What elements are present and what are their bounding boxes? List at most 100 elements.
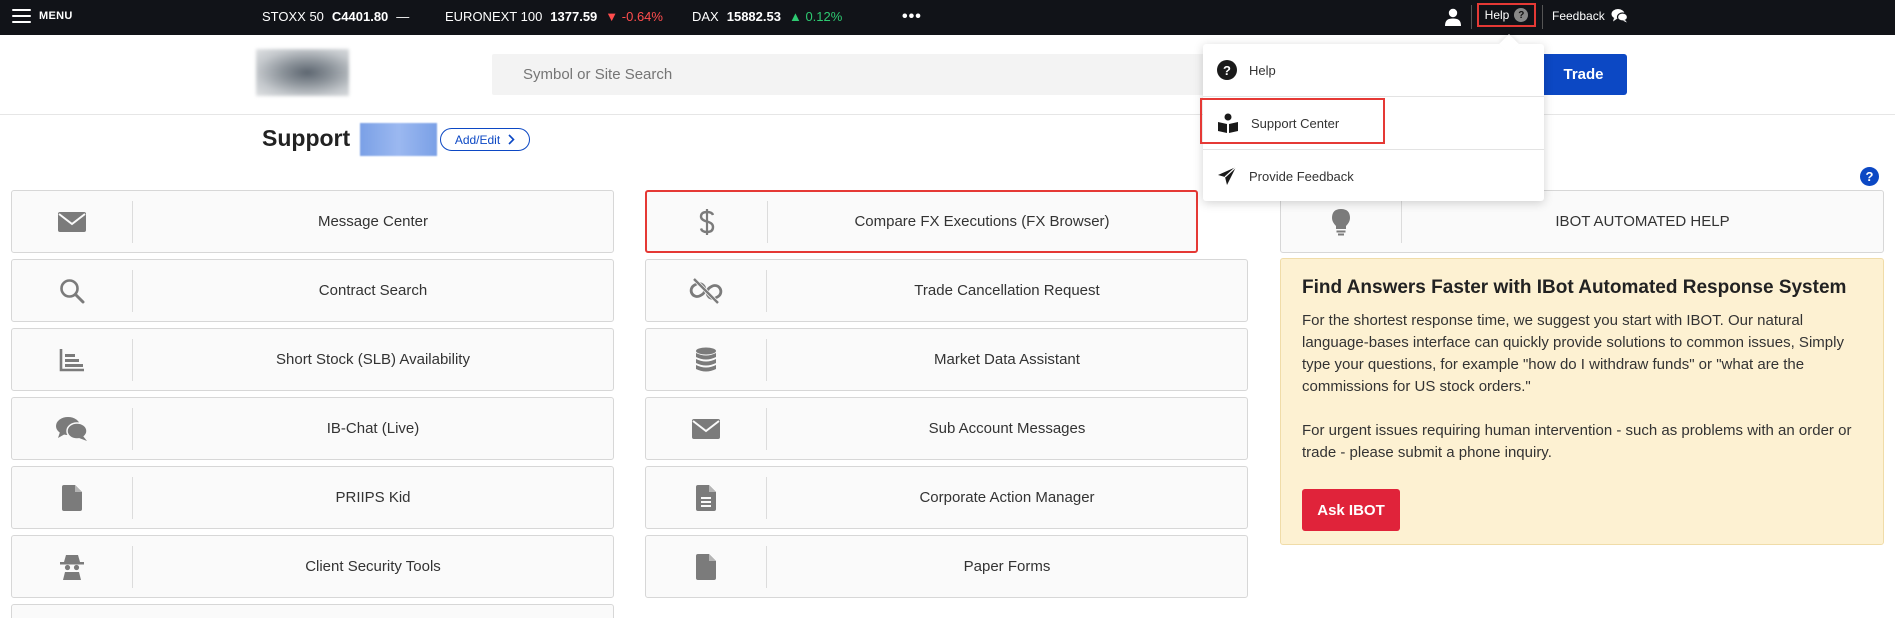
dropdown-item-label: Help bbox=[1249, 62, 1276, 78]
company-logo[interactable] bbox=[256, 49, 349, 96]
ibot-paragraph: For the shortest response time, we sugge… bbox=[1302, 312, 1844, 395]
tile-label: Paper Forms bbox=[963, 558, 1051, 575]
dropdown-item-label: Support Center bbox=[1251, 115, 1340, 131]
ticker-name: STOXX 50 bbox=[262, 9, 324, 24]
more-tickers-button[interactable]: ••• bbox=[902, 8, 922, 26]
bar-chart-icon bbox=[59, 348, 84, 371]
database-icon bbox=[696, 347, 716, 371]
tile-label: Sub Account Messages bbox=[928, 420, 1086, 437]
trade-button[interactable]: Trade bbox=[1540, 54, 1627, 95]
paper-plane-icon bbox=[1218, 166, 1237, 185]
chevron-right-icon bbox=[508, 134, 515, 145]
tile-label: Compare FX Executions (FX Browser) bbox=[854, 213, 1110, 230]
ticker-value: 15882.53 bbox=[726, 9, 781, 24]
tile-label: Contract Search bbox=[318, 282, 428, 299]
ticker-value: 1377.59 bbox=[550, 9, 598, 24]
dropdown-item-support-center[interactable]: Support Center bbox=[1203, 97, 1544, 149]
document-icon bbox=[696, 553, 716, 580]
add-edit-button[interactable]: Add/Edit bbox=[440, 128, 530, 151]
ticker-euronext100[interactable]: EURONEXT 100 1377.59 ▼ -0.64% bbox=[445, 9, 663, 24]
question-circle-icon: ? bbox=[1217, 60, 1237, 80]
tile-label: PRIIPS Kid bbox=[335, 489, 411, 506]
ticker-change: — bbox=[396, 9, 410, 24]
tile-paper-forms[interactable]: Paper Forms bbox=[645, 535, 1248, 598]
search-input[interactable] bbox=[492, 54, 1212, 95]
tile-market-data-assistant[interactable]: Market Data Assistant bbox=[645, 328, 1248, 391]
tile-label: Message Center bbox=[317, 213, 429, 230]
ticker-dax[interactable]: DAX 15882.53 ▲ 0.12% bbox=[692, 9, 842, 24]
ibot-info-panel: Find Answers Faster with IBot Automated … bbox=[1280, 258, 1884, 545]
page-title: Support bbox=[262, 125, 351, 151]
dropdown-item-help[interactable]: ? Help bbox=[1203, 44, 1544, 96]
site-search bbox=[492, 54, 1212, 95]
help-label: Help bbox=[1484, 8, 1510, 22]
ibot-title: Find Answers Faster with IBot Automated … bbox=[1302, 277, 1847, 298]
topbar-divider bbox=[1542, 5, 1543, 29]
add-edit-label: Add/Edit bbox=[454, 132, 501, 147]
user-icon[interactable] bbox=[1443, 7, 1463, 27]
tile-icon-cell bbox=[646, 476, 767, 519]
tile-contract-search[interactable]: Contract Search bbox=[11, 259, 614, 322]
tile-icon-cell bbox=[12, 545, 133, 588]
topbar-divider bbox=[1471, 5, 1472, 29]
feedback-label: Feedback bbox=[1552, 8, 1605, 23]
tile-message-center[interactable]: Message Center bbox=[11, 190, 614, 253]
tile-sub-account-messages[interactable]: Sub Account Messages bbox=[645, 397, 1248, 460]
tile-partial[interactable] bbox=[11, 604, 614, 618]
tile-label: Market Data Assistant bbox=[934, 351, 1080, 368]
tile-icon-cell bbox=[646, 338, 767, 381]
spy-icon bbox=[60, 554, 84, 580]
search-icon bbox=[60, 278, 85, 303]
tile-icon-cell bbox=[1281, 200, 1402, 243]
ticker-stoxx50[interactable]: STOXX 50 C4401.80 — bbox=[262, 9, 409, 24]
lightbulb-icon bbox=[1332, 208, 1350, 235]
dropdown-item-provide-feedback[interactable]: Provide Feedback bbox=[1203, 150, 1544, 202]
tile-icon-cell bbox=[12, 476, 133, 519]
tile-icon-cell bbox=[12, 407, 133, 450]
help-dropdown-menu: ? Help Support Center Provide Feedback bbox=[1203, 44, 1544, 201]
tile-label: IB-Chat (Live) bbox=[326, 420, 420, 437]
menu-label: MENU bbox=[39, 10, 73, 22]
tile-label: Client Security Tools bbox=[305, 558, 441, 575]
feedback-button[interactable]: Feedback bbox=[1552, 8, 1628, 23]
menu-button[interactable]: MENU bbox=[12, 9, 73, 23]
file-text-icon bbox=[696, 484, 716, 511]
page-help-button[interactable]: ? bbox=[1860, 167, 1879, 186]
envelope-icon bbox=[692, 418, 720, 439]
dropdown-item-label: Provide Feedback bbox=[1249, 168, 1354, 184]
ask-ibot-button[interactable]: Ask IBOT bbox=[1302, 489, 1400, 531]
top-ticker-bar: MENU STOXX 50 C4401.80 — EURONEXT 100 13… bbox=[0, 0, 1895, 35]
tile-ib-chat[interactable]: IB-Chat (Live) bbox=[11, 397, 614, 460]
ticker-name: EURONEXT 100 bbox=[445, 9, 543, 24]
tile-icon-cell bbox=[646, 407, 767, 450]
dollar-icon bbox=[699, 208, 715, 235]
tile-label: Short Stock (SLB) Availability bbox=[276, 351, 470, 368]
tile-label: Trade Cancellation Request bbox=[914, 282, 1100, 299]
broken-link-icon bbox=[689, 277, 723, 304]
tile-label: IBOT AUTOMATED HELP bbox=[1555, 213, 1730, 230]
document-icon bbox=[62, 484, 82, 511]
tile-corporate-action-manager[interactable]: Corporate Action Manager bbox=[645, 466, 1248, 529]
envelope-icon bbox=[58, 211, 86, 232]
help-menu-button[interactable]: Help ? bbox=[1477, 3, 1536, 27]
site-header: Trade bbox=[0, 35, 1895, 115]
account-badge bbox=[360, 123, 437, 156]
tile-label: Corporate Action Manager bbox=[919, 489, 1095, 506]
ticker-change: ▼ -0.64% bbox=[605, 9, 663, 24]
tile-icon-cell bbox=[12, 338, 133, 381]
tile-short-stock[interactable]: Short Stock (SLB) Availability bbox=[11, 328, 614, 391]
tile-icon-cell bbox=[12, 269, 133, 312]
tile-priips-kid[interactable]: PRIIPS Kid bbox=[11, 466, 614, 529]
tile-client-security-tools[interactable]: Client Security Tools bbox=[11, 535, 614, 598]
ticker-value: C4401.80 bbox=[331, 9, 389, 24]
support-center-icon bbox=[1218, 113, 1238, 133]
tile-icon-cell bbox=[647, 200, 768, 243]
tile-icon-cell bbox=[12, 200, 133, 243]
chat-icon bbox=[56, 416, 88, 441]
ibot-paragraph: For urgent issues requiring human interv… bbox=[1302, 422, 1852, 461]
hamburger-icon bbox=[12, 9, 31, 23]
ticker-change: ▲ 0.12% bbox=[788, 9, 843, 24]
tile-trade-cancellation[interactable]: Trade Cancellation Request bbox=[645, 259, 1248, 322]
question-circle-icon: ? bbox=[1514, 8, 1529, 22]
tile-compare-fx-executions[interactable]: Compare FX Executions (FX Browser) bbox=[645, 190, 1198, 253]
